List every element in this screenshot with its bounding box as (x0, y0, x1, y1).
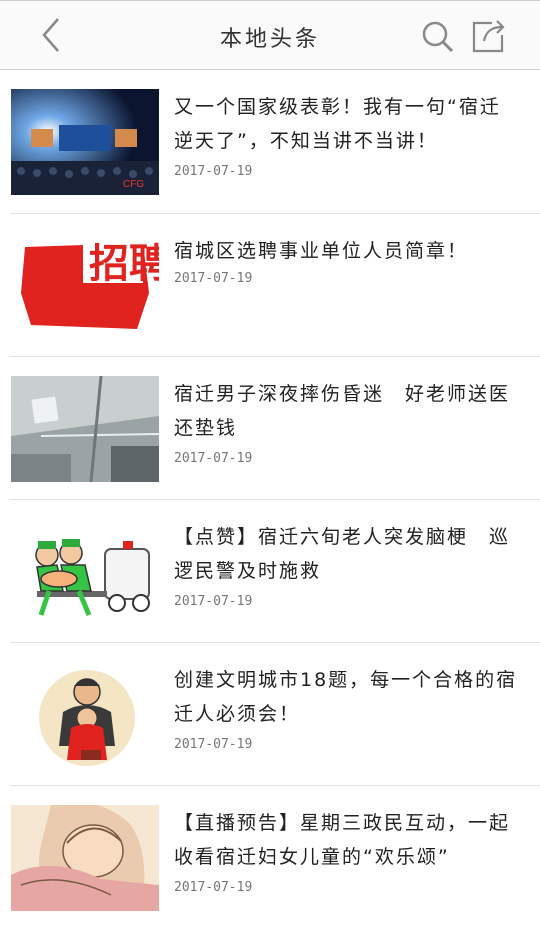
news-thumbnail (11, 376, 159, 482)
news-thumbnail: CFG (11, 89, 159, 195)
news-title: 创建文明城市18题，每一个合格的宿迁人必须会！ (174, 669, 518, 725)
news-thumbnail (11, 519, 159, 625)
news-item[interactable]: 【直播预告】星期三政民互动，一起收看宿迁妇女儿童的“欢乐颂” 2017-07-1… (10, 786, 540, 929)
news-item[interactable]: CFG 又一个国家级表彰！我有一句“宿迁逆天了”，不知当讲不当讲！ 2017-0… (10, 70, 540, 214)
news-date: 2017-07-19 (174, 880, 253, 895)
thumbnail-text-top: 招聘 (89, 241, 159, 287)
news-thumbnail (11, 805, 159, 911)
news-date: 2017-07-19 (174, 451, 253, 466)
thumbnail-logo-text: CFG (123, 179, 144, 190)
news-item[interactable]: 创建文明城市18题，每一个合格的宿迁人必须会！ 2017-07-19 (10, 643, 540, 786)
news-title: 【点赞】宿迁六旬老人突发脑梗 巡逻民警及时施救 (174, 526, 511, 582)
news-date: 2017-07-19 (174, 164, 253, 179)
top-bar: 本地头条 (0, 0, 540, 70)
news-thumbnail (11, 662, 159, 768)
news-title: 宿迁男子深夜摔伤昏迷 好老师送医还垫钱 (174, 383, 511, 439)
news-title: 宿城区选聘事业单位人员简章！ (174, 240, 469, 262)
news-date: 2017-07-19 (174, 594, 253, 609)
news-title: 【直播预告】星期三政民互动，一起收看宿迁妇女儿童的“欢乐颂” (174, 812, 511, 868)
search-icon[interactable] (420, 19, 456, 55)
news-item[interactable]: 宿迁男子深夜摔伤昏迷 好老师送医还垫钱 2017-07-19 (10, 357, 540, 500)
page-title: 本地头条 (219, 27, 320, 52)
news-item[interactable]: 招聘 宿城区选聘事业单位人员简章！ 2017-07-19 (10, 214, 540, 357)
share-icon[interactable] (470, 17, 508, 55)
news-item[interactable]: 【点赞】宿迁六旬老人突发脑梗 巡逻民警及时施救 2017-07-19 (10, 500, 540, 643)
news-title: 又一个国家级表彰！我有一句“宿迁逆天了”，不知当讲不当讲！ (174, 96, 501, 152)
news-list: CFG 又一个国家级表彰！我有一句“宿迁逆天了”，不知当讲不当讲！ 2017-0… (0, 70, 540, 929)
news-date: 2017-07-19 (174, 271, 253, 286)
news-date: 2017-07-19 (174, 737, 253, 752)
news-thumbnail: 招聘 (11, 233, 159, 339)
